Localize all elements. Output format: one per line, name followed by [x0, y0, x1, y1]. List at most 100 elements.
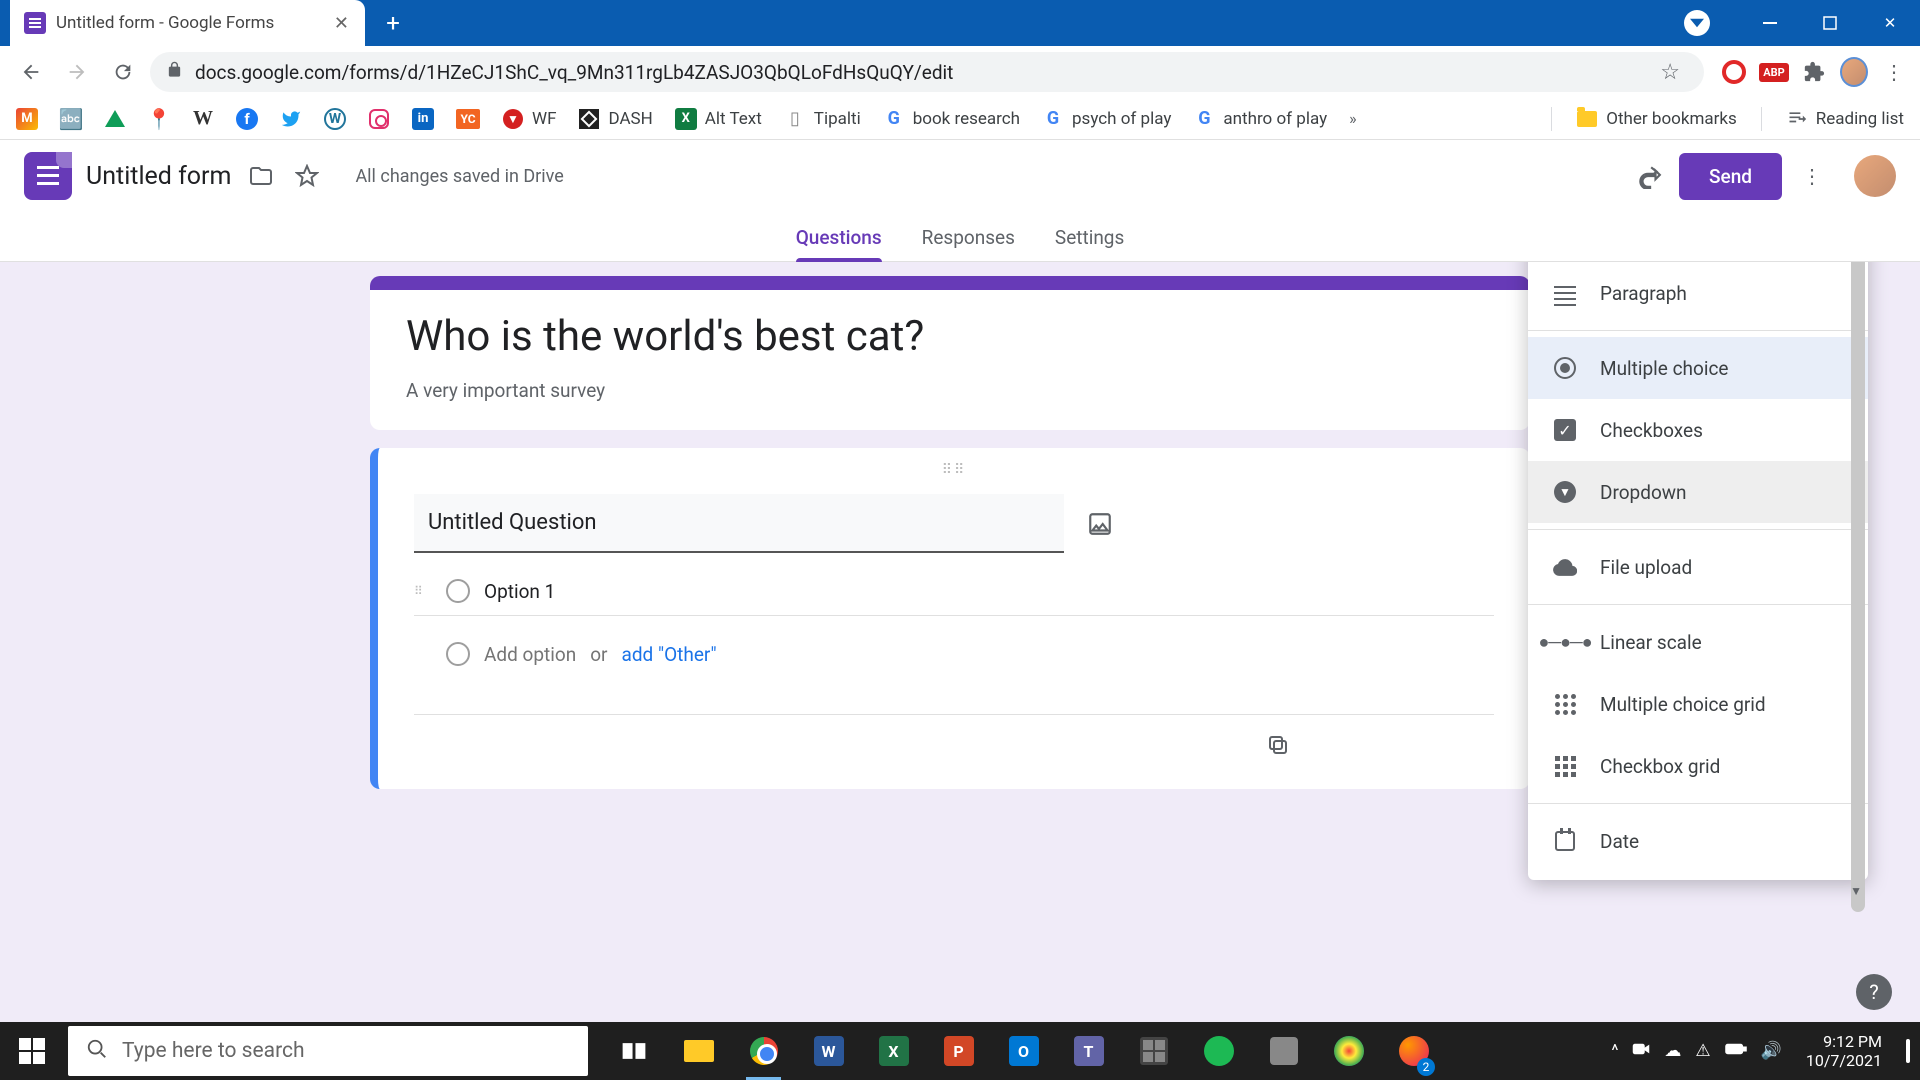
- forward-button[interactable]: [58, 53, 96, 91]
- profile-avatar-small[interactable]: [1840, 58, 1868, 86]
- close-tab-icon[interactable]: ✕: [334, 13, 349, 34]
- profile-avatar-large[interactable]: [1854, 155, 1896, 197]
- bookmark-wordpress[interactable]: W: [324, 108, 346, 130]
- taskbar-app-icon[interactable]: [1256, 1022, 1311, 1080]
- bookmark-alttext[interactable]: XAlt Text: [675, 108, 762, 130]
- form-description[interactable]: A very important survey: [406, 379, 1494, 402]
- bookmark-overflow-icon[interactable]: »: [1349, 109, 1357, 128]
- chrome-icon[interactable]: [736, 1022, 791, 1080]
- type-linear-scale[interactable]: ●─●─● Linear scale: [1528, 611, 1868, 673]
- type-checkboxes[interactable]: ✓ Checkboxes: [1528, 399, 1868, 461]
- taskbar-clock[interactable]: 9:12 PM 10/7/2021: [1806, 1032, 1882, 1070]
- firefox-icon[interactable]: 2: [1386, 1022, 1441, 1080]
- task-view-icon[interactable]: [606, 1022, 661, 1080]
- type-multiple-choice-grid[interactable]: Multiple choice grid: [1528, 673, 1868, 735]
- star-icon[interactable]: [291, 160, 323, 192]
- type-file-upload[interactable]: File upload: [1528, 536, 1868, 598]
- action-center-icon[interactable]: [1906, 1041, 1910, 1061]
- paragraph-icon: [1552, 280, 1578, 306]
- option-drag-icon[interactable]: ⠿: [414, 584, 432, 598]
- dropdown-scroll-down-icon[interactable]: ▼: [1850, 884, 1862, 898]
- reload-button[interactable]: [104, 53, 142, 91]
- bookmark-linkedin[interactable]: in: [412, 108, 434, 130]
- form-more-icon[interactable]: ⋮: [1796, 160, 1828, 192]
- security-icon[interactable]: ⚠: [1695, 1041, 1710, 1061]
- bookmark-maps[interactable]: 📍: [148, 108, 170, 130]
- bookmark-instagram[interactable]: [368, 108, 390, 130]
- help-button[interactable]: ?: [1856, 974, 1892, 1010]
- back-button[interactable]: [12, 53, 50, 91]
- address-bar[interactable]: docs.google.com/forms/d/1HZeCJ1ShC_vq_9M…: [150, 52, 1704, 92]
- meet-now-icon[interactable]: [1632, 1040, 1650, 1063]
- windows-taskbar: Type here to search W X P O T 2 ^ ☁ ⚠ 🔊 …: [0, 1022, 1920, 1080]
- bookmark-wikipedia[interactable]: W: [192, 108, 214, 130]
- bookmark-facebook[interactable]: f: [236, 108, 258, 130]
- onedrive-icon[interactable]: ☁: [1664, 1041, 1681, 1061]
- option-row[interactable]: ⠿ Option 1: [414, 579, 1494, 616]
- outlook-icon[interactable]: O: [996, 1022, 1051, 1080]
- form-name[interactable]: Untitled form: [86, 162, 231, 191]
- bookmark-translate[interactable]: 🔤: [60, 108, 82, 130]
- type-paragraph[interactable]: Paragraph: [1528, 262, 1868, 324]
- question-title-input[interactable]: [414, 494, 1064, 553]
- type-dropdown[interactable]: ▼ Dropdown: [1528, 461, 1868, 523]
- new-tab-button[interactable]: +: [375, 5, 411, 41]
- google-forms-logo[interactable]: [24, 152, 72, 200]
- battery-icon[interactable]: [1725, 1041, 1747, 1061]
- chrome-menu-icon[interactable]: ⋮: [1880, 58, 1908, 86]
- bookmark-dash[interactable]: DASH: [578, 108, 652, 130]
- add-option-row[interactable]: Add option or add "Other": [414, 642, 1494, 674]
- move-to-folder-icon[interactable]: [245, 160, 277, 192]
- send-button[interactable]: Send: [1679, 153, 1782, 200]
- browser-tab[interactable]: Untitled form - Google Forms ✕: [10, 0, 365, 46]
- taskbar-search[interactable]: Type here to search: [68, 1026, 588, 1076]
- excel-icon[interactable]: X: [866, 1022, 921, 1080]
- opera-extension-icon[interactable]: [1720, 58, 1748, 86]
- tab-questions[interactable]: Questions: [796, 212, 882, 262]
- bookmark-yc[interactable]: YC: [456, 109, 480, 129]
- close-window-button[interactable]: ✕: [1860, 0, 1920, 46]
- bookmark-twitter[interactable]: [280, 108, 302, 130]
- volume-icon[interactable]: 🔊: [1761, 1041, 1782, 1061]
- file-explorer-icon[interactable]: [671, 1022, 726, 1080]
- type-date[interactable]: Date: [1528, 810, 1868, 872]
- bookmark-drive[interactable]: [104, 108, 126, 130]
- reading-list[interactable]: Reading list: [1786, 108, 1904, 130]
- bookmark-gmail[interactable]: M: [16, 108, 38, 130]
- powerpoint-icon[interactable]: P: [931, 1022, 986, 1080]
- minimize-button[interactable]: [1740, 0, 1800, 46]
- question-card[interactable]: ⠿⠿ ⠿ Option 1 Add option or add "Other: [370, 448, 1530, 789]
- extensions-icon[interactable]: [1800, 58, 1828, 86]
- type-checkbox-grid[interactable]: Checkbox grid: [1528, 735, 1868, 797]
- drag-handle-icon[interactable]: ⠿⠿: [942, 462, 967, 478]
- form-title[interactable]: Who is the world's best cat?: [406, 312, 1494, 361]
- teams-icon[interactable]: T: [1061, 1022, 1116, 1080]
- bookmark-anthro-of-play[interactable]: Ganthro of play: [1193, 108, 1327, 130]
- option-text[interactable]: Option 1: [484, 580, 555, 603]
- type-multiple-choice[interactable]: Multiple choice: [1528, 337, 1868, 399]
- tab-settings[interactable]: Settings: [1055, 212, 1124, 262]
- dropdown-scrollbar[interactable]: [1851, 262, 1865, 957]
- bookmark-wf[interactable]: ▼WF: [502, 108, 556, 130]
- maximize-button[interactable]: [1800, 0, 1860, 46]
- duplicate-icon[interactable]: [1262, 729, 1294, 761]
- tab-responses[interactable]: Responses: [922, 212, 1015, 262]
- add-option-label[interactable]: Add option: [484, 643, 576, 666]
- bookmark-tipalti[interactable]: ▯Tipalti: [784, 108, 861, 130]
- paint-icon[interactable]: [1321, 1022, 1376, 1080]
- bookmark-star-icon[interactable]: ☆: [1660, 60, 1680, 85]
- calculator-icon[interactable]: [1126, 1022, 1181, 1080]
- titlebar-dropdown-icon[interactable]: [1684, 10, 1710, 36]
- start-button[interactable]: [0, 1022, 64, 1080]
- add-other-link[interactable]: add "Other": [622, 643, 717, 666]
- bookmark-psych-of-play[interactable]: Gpsych of play: [1042, 108, 1171, 130]
- tray-overflow-icon[interactable]: ^: [1611, 1041, 1618, 1061]
- bookmark-book-research[interactable]: Gbook research: [883, 108, 1020, 130]
- abp-extension-icon[interactable]: ABP: [1760, 58, 1788, 86]
- redo-icon[interactable]: [1633, 160, 1665, 192]
- spotify-icon[interactable]: [1191, 1022, 1246, 1080]
- word-icon[interactable]: W: [801, 1022, 856, 1080]
- add-image-icon[interactable]: [1084, 508, 1116, 540]
- other-bookmarks[interactable]: Other bookmarks: [1576, 108, 1736, 130]
- form-title-card[interactable]: Who is the world's best cat? A very impo…: [370, 276, 1530, 430]
